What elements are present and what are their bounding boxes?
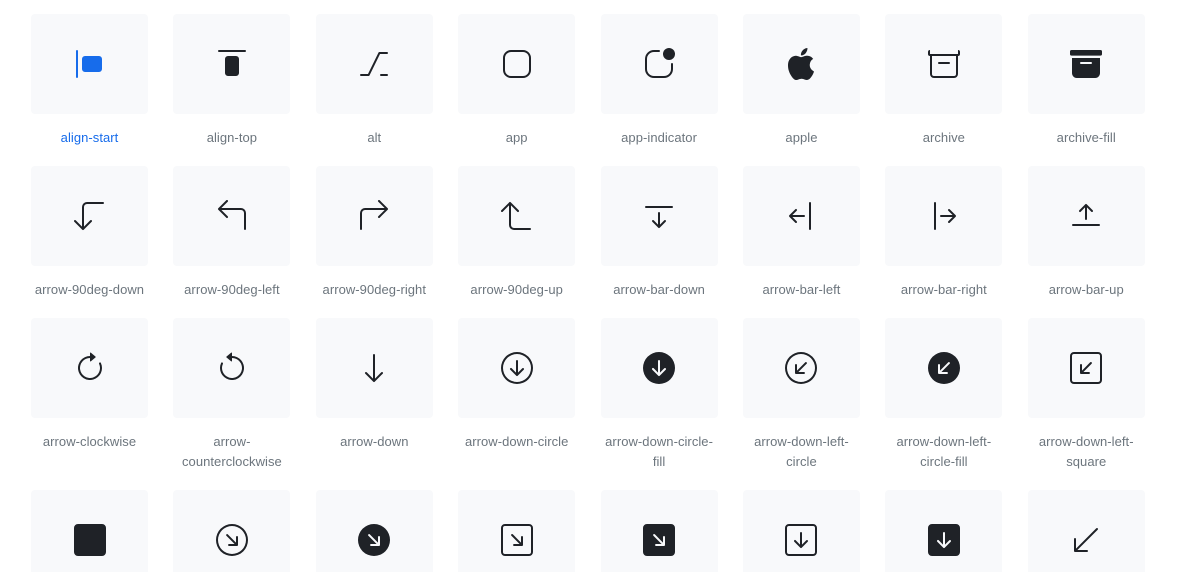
icon-label: align-top — [206, 130, 258, 145]
arrow-bar-right-icon[interactable] — [885, 166, 1003, 266]
alt-icon[interactable] — [315, 14, 433, 114]
icon-card-archive[interactable]: archive — [885, 14, 1003, 148]
archive-fill-icon[interactable] — [1027, 14, 1145, 114]
icon-label: arrow-90deg-right — [322, 282, 427, 297]
icon-card-arrow-bar-right[interactable]: arrow-bar-right — [885, 166, 1003, 300]
icon-label: apple — [785, 130, 818, 145]
arrow-bar-down-icon[interactable] — [600, 166, 718, 266]
icon-card-arrow-90deg-down[interactable]: arrow-90deg-down — [31, 166, 148, 300]
icon-card-archive-fill[interactable]: archive-fill — [1027, 14, 1145, 148]
icon-card-arrow-down-left-square-fill[interactable] — [31, 490, 148, 572]
icon-card-arrow-90deg-right[interactable]: arrow-90deg-right — [315, 166, 433, 300]
icon-label: arrow-down-circle — [464, 434, 569, 449]
app-indicator-icon[interactable] — [600, 14, 718, 114]
icon-card-arrow-bar-left[interactable]: arrow-bar-left — [742, 166, 860, 300]
icon-card-apple[interactable]: apple — [742, 14, 860, 148]
arrow-down-icon[interactable] — [315, 318, 433, 418]
icon-card-app-indicator[interactable]: app-indicator — [600, 14, 718, 148]
icon-grid: align-start align-top alt app app-indicator a… — [0, 0, 1196, 572]
arrow-down-left-square-fill-icon[interactable] — [31, 490, 148, 572]
arrow-down-right-circle-fill-icon[interactable] — [315, 490, 433, 572]
arrow-90deg-up-icon[interactable] — [458, 166, 576, 266]
align-start-icon[interactable] — [31, 14, 148, 114]
icon-label: app — [505, 130, 528, 145]
icon-card-arrow-down-circle-fill[interactable]: arrow-down-circle-fill — [600, 318, 718, 472]
icon-card-arrow-down[interactable]: arrow-down — [315, 318, 433, 472]
icon-label: arrow-counterclockwise — [181, 434, 282, 469]
icon-card-arrow-90deg-left[interactable]: arrow-90deg-left — [173, 166, 291, 300]
arrow-90deg-down-icon[interactable] — [31, 166, 148, 266]
align-top-icon[interactable] — [173, 14, 291, 114]
arrow-down-square-icon[interactable] — [742, 490, 860, 572]
arrow-90deg-right-icon[interactable] — [315, 166, 433, 266]
icon-card-arrow-clockwise[interactable]: arrow-clockwise — [31, 318, 148, 472]
icon-label: align-start — [60, 130, 119, 145]
icon-label: arrow-90deg-left — [184, 282, 280, 297]
icon-card-arrow-bar-up[interactable]: arrow-bar-up — [1027, 166, 1145, 300]
apple-icon[interactable] — [742, 14, 860, 114]
icon-card-arrow-down-left-square[interactable]: arrow-down-left-square — [1027, 318, 1145, 472]
icon-card-arrow-down-right-square[interactable] — [458, 490, 576, 572]
icon-label: app-indicator — [621, 130, 697, 145]
arrow-down-circle-icon[interactable] — [458, 318, 576, 418]
icon-label: arrow-bar-up — [1048, 282, 1124, 297]
icon-card-align-start[interactable]: align-start — [31, 14, 148, 148]
arrow-counterclockwise-icon[interactable] — [173, 318, 291, 418]
arrow-down-left-circle-fill-icon[interactable] — [885, 318, 1003, 418]
icon-card-align-top[interactable]: align-top — [173, 14, 291, 148]
icon-label: arrow-clockwise — [42, 434, 137, 449]
icon-card-arrow-down-left-circle-fill[interactable]: arrow-down-left-circle-fill — [885, 318, 1003, 472]
icon-label: alt — [367, 130, 382, 145]
arrow-down-left-square-icon[interactable] — [1027, 318, 1145, 418]
icon-label: arrow-down-left-square — [1038, 434, 1134, 469]
icon-label: archive — [922, 130, 965, 145]
arrow-bar-left-icon[interactable] — [742, 166, 860, 266]
icon-card-arrow-down-right-square-fill[interactable] — [600, 490, 718, 572]
icon-label: arrow-down-left-circle-fill — [896, 434, 992, 469]
icon-label: arrow-down-circle-fill — [605, 434, 713, 469]
icon-card-arrow-down-square[interactable] — [742, 490, 860, 572]
arrow-clockwise-icon[interactable] — [31, 318, 148, 418]
arrow-down-right-square-fill-icon[interactable] — [600, 490, 718, 572]
archive-icon[interactable] — [885, 14, 1003, 114]
icon-card-arrow-down-square-fill[interactable] — [885, 490, 1003, 572]
icon-card-arrow-down-left-circle[interactable]: arrow-down-left-circle — [742, 318, 860, 472]
icon-label: arrow-down — [340, 434, 409, 449]
icon-card-arrow-down-right-circle[interactable] — [173, 490, 291, 572]
icon-card-app[interactable]: app — [458, 14, 576, 148]
icon-card-arrow-bar-down[interactable]: arrow-bar-down — [600, 166, 718, 300]
icon-label: arrow-bar-left — [762, 282, 841, 297]
icon-card-arrow-counterclockwise[interactable]: arrow-counterclockwise — [173, 318, 291, 472]
icon-label: arrow-90deg-up — [470, 282, 563, 297]
arrow-90deg-left-icon[interactable] — [173, 166, 291, 266]
arrow-down-right-circle-icon[interactable] — [173, 490, 291, 572]
app-icon[interactable] — [458, 14, 576, 114]
icon-card-arrow-90deg-up[interactable]: arrow-90deg-up — [458, 166, 576, 300]
icon-card-arrow-down-circle[interactable]: arrow-down-circle — [458, 318, 576, 472]
arrow-bar-up-icon[interactable] — [1027, 166, 1145, 266]
icon-label: arrow-bar-right — [900, 282, 987, 297]
arrow-down-square-fill-icon[interactable] — [885, 490, 1003, 572]
icon-label: arrow-bar-down — [613, 282, 705, 297]
icon-card-alt[interactable]: alt — [315, 14, 433, 148]
icon-label: arrow-down-left-circle — [754, 434, 849, 469]
icon-label: archive-fill — [1056, 130, 1116, 145]
arrow-down-circle-fill-icon[interactable] — [600, 318, 718, 418]
arrow-down-right-square-icon[interactable] — [458, 490, 576, 572]
arrow-down-left-icon[interactable] — [1027, 490, 1145, 572]
icon-label: arrow-90deg-down — [34, 282, 145, 297]
icon-card-arrow-down-left[interactable] — [1027, 490, 1145, 572]
icon-card-arrow-down-right-circle-fill[interactable] — [315, 490, 433, 572]
arrow-down-left-circle-icon[interactable] — [742, 318, 860, 418]
